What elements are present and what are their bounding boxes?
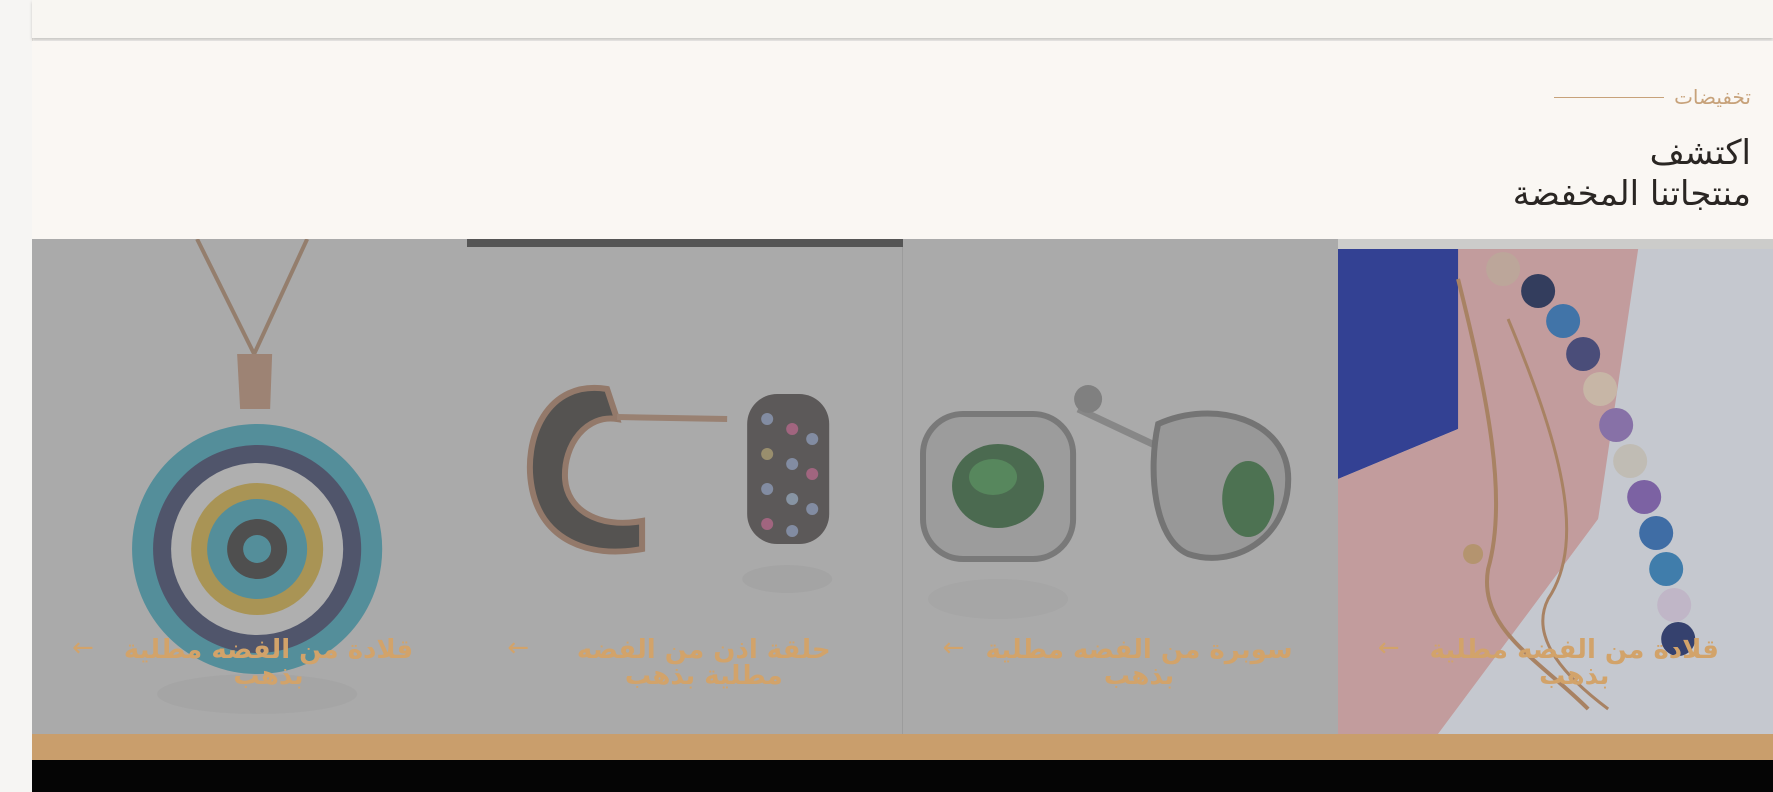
arrow-left-icon[interactable]: ←	[1378, 635, 1400, 661]
arrow-left-icon[interactable]: ←	[943, 635, 965, 661]
arrow-left-icon[interactable]: ←	[507, 635, 529, 661]
accent-bar	[32, 734, 1773, 760]
product-title[interactable]: قلادة من الفضه مطلية بذهب	[110, 637, 427, 689]
eyebrow-label: تخفيضات	[1674, 85, 1751, 109]
product-title[interactable]: قلادة من الفضه مطلية بذهب	[1416, 637, 1733, 689]
product-card[interactable]: سوبرة من الفضه مطلية بذهب ←	[902, 239, 1338, 734]
discounts-header: تخفيضات اكتشف منتجاتنا المخفضة	[32, 41, 1773, 239]
left-gutter	[0, 0, 33, 792]
product-caption: سوبرة من الفضه مطلية بذهب ←	[943, 635, 1298, 689]
product-caption: قلادة من الفضه مطلية بذهب ←	[72, 635, 427, 689]
heading-line-2: منتجاتنا المخفضة	[1512, 174, 1751, 214]
product-carousel: قلادة من الفضه مطلية بذهب ← سوبرة من الف…	[32, 239, 1773, 734]
top-bar	[32, 0, 1773, 38]
product-card[interactable]: قلادة من الفضه مطلية بذهب ←	[32, 239, 468, 734]
product-card[interactable]: قلادة من الفضه مطلية بذهب ←	[1337, 239, 1773, 734]
footer-bar	[32, 760, 1773, 792]
product-card[interactable]: حلقة اذن من الفضه مطلية بذهب ←	[467, 239, 903, 734]
section-heading: اكتشف منتجاتنا المخفضة	[1513, 133, 1751, 215]
heading-line-1: اكتشف	[1649, 133, 1751, 173]
product-caption: قلادة من الفضه مطلية بذهب ←	[1378, 635, 1733, 689]
product-title[interactable]: سوبرة من الفضه مطلية بذهب	[980, 637, 1297, 689]
product-title[interactable]: حلقة اذن من الفضه مطلية بذهب	[545, 637, 862, 689]
arrow-left-icon[interactable]: ←	[72, 635, 94, 661]
section-eyebrow: تخفيضات	[1554, 85, 1751, 109]
eyebrow-line	[1554, 96, 1665, 98]
product-caption: حلقة اذن من الفضه مطلية بذهب ←	[507, 635, 862, 689]
